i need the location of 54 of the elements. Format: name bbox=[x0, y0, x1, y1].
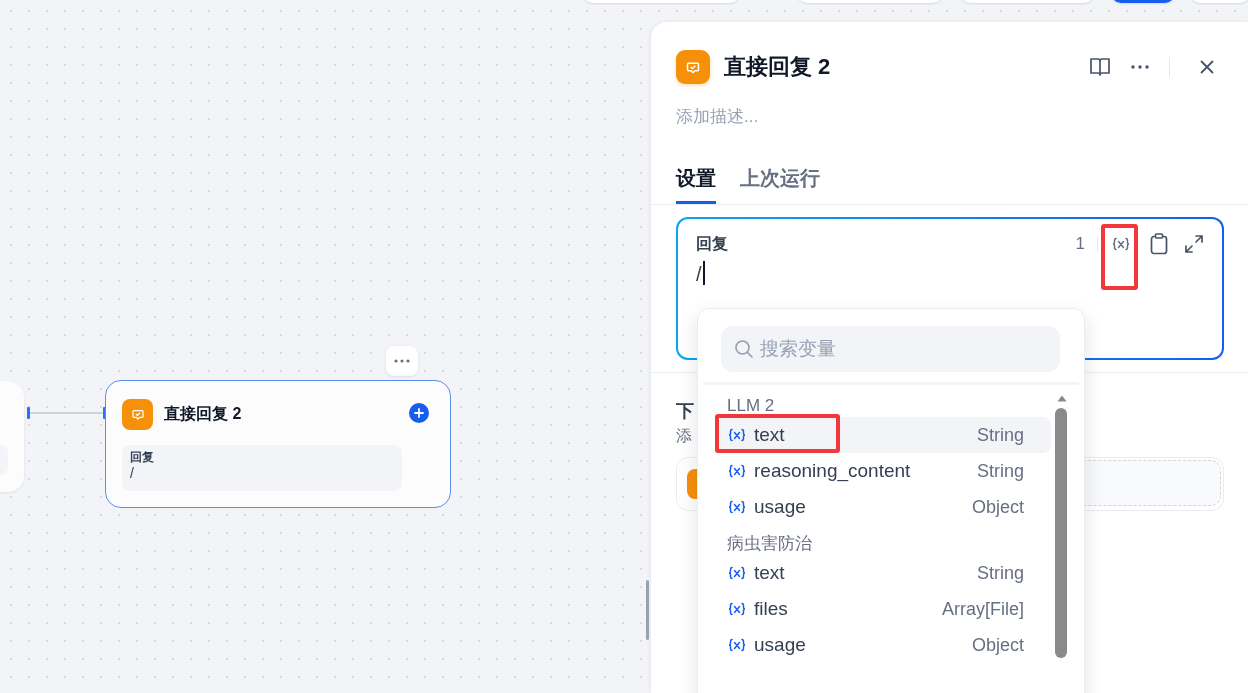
expand-icon[interactable] bbox=[1184, 234, 1204, 254]
tab[interactable]: 上次运行 bbox=[740, 166, 820, 204]
variable-icon bbox=[727, 637, 747, 653]
field-value: / bbox=[130, 465, 135, 481]
variable-name: usage bbox=[754, 496, 806, 518]
variable-name: text bbox=[754, 424, 785, 446]
variable-item[interactable]: usage Object bbox=[716, 489, 1051, 525]
variable-type: Object bbox=[971, 634, 1024, 656]
variable-type: Object bbox=[971, 496, 1024, 518]
editor-text: / bbox=[696, 263, 702, 285]
node-title: 直接回复 2 bbox=[164, 403, 242, 424]
variable-item[interactable]: reasoning_content String bbox=[716, 453, 1051, 489]
scrollbar-thumb[interactable] bbox=[1055, 408, 1067, 658]
variable-icon bbox=[727, 463, 747, 479]
group-label: 病虫害防治 bbox=[726, 533, 813, 555]
field-label: 回复 bbox=[696, 233, 728, 254]
workflow-node[interactable]: 直接回复 2 回复 / bbox=[105, 380, 451, 508]
variable-type: String bbox=[976, 424, 1024, 446]
tab[interactable]: 设置 bbox=[676, 166, 716, 204]
variable-icon bbox=[727, 427, 747, 443]
book-icon[interactable] bbox=[1089, 57, 1111, 77]
variable-item[interactable]: text String bbox=[716, 555, 1051, 591]
panel-title: 直接回复 2 bbox=[724, 53, 831, 81]
plus-icon bbox=[414, 408, 424, 418]
section-heading: 下 bbox=[676, 400, 694, 423]
more-icon bbox=[394, 359, 410, 363]
description-field[interactable]: 添加描述... bbox=[676, 104, 1224, 130]
variable-name: text bbox=[754, 562, 785, 584]
variable-name: usage bbox=[754, 634, 806, 656]
scroll-up-icon[interactable] bbox=[1057, 395, 1067, 402]
variable-type: Array[File] bbox=[942, 598, 1024, 620]
variable-icon bbox=[727, 499, 747, 515]
resize-handle[interactable] bbox=[646, 580, 649, 640]
clipboard-icon[interactable] bbox=[1150, 233, 1168, 255]
search-field[interactable]: 搜索变量 bbox=[721, 326, 1060, 372]
variable-name: files bbox=[754, 598, 788, 620]
variable-icon bbox=[727, 601, 747, 617]
character-count: 1 bbox=[1075, 234, 1085, 254]
variable-icon bbox=[727, 565, 747, 581]
group-label: LLM 2 bbox=[726, 395, 776, 417]
variable-name: reasoning_content bbox=[754, 460, 911, 482]
section-description: 添 bbox=[676, 426, 692, 446]
more-icon[interactable] bbox=[1131, 65, 1149, 69]
close-icon[interactable] bbox=[1200, 60, 1214, 74]
variable-item[interactable]: text String bbox=[716, 417, 1051, 453]
text-cursor bbox=[702, 261, 705, 285]
variable-icon bbox=[1111, 236, 1131, 252]
variable-item[interactable]: usage Object bbox=[716, 627, 1051, 663]
variable-type: String bbox=[976, 460, 1024, 482]
connection-handle[interactable] bbox=[27, 407, 30, 419]
search-icon bbox=[734, 339, 754, 359]
variable-type: String bbox=[976, 562, 1024, 584]
variable-item[interactable]: files Array[File] bbox=[716, 591, 1051, 627]
field-label: 回复 bbox=[130, 449, 155, 465]
